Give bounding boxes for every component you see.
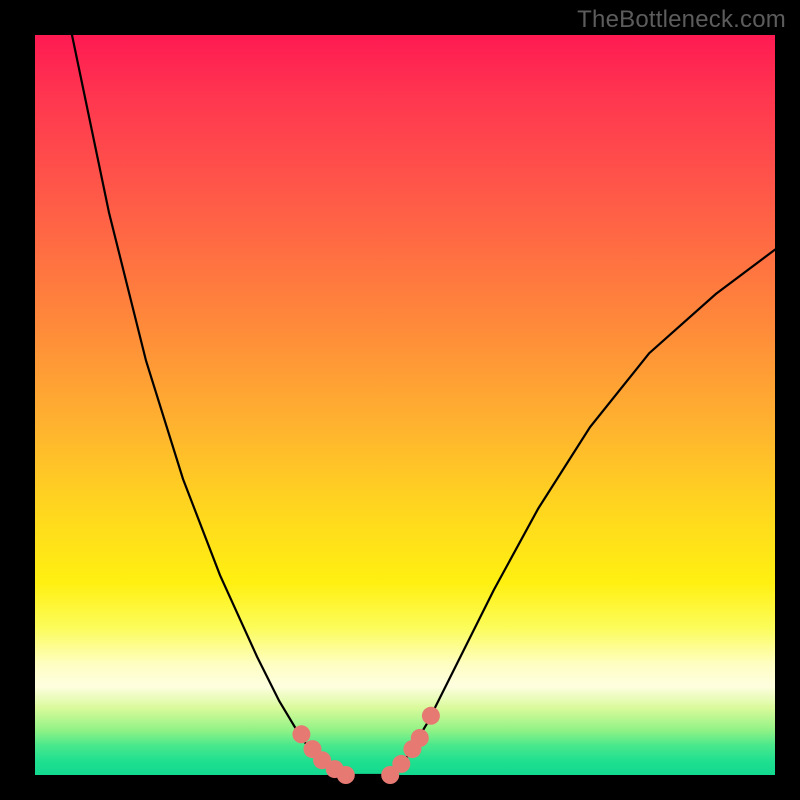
marker-layer [292, 707, 440, 784]
curve-layer [35, 35, 775, 775]
marker-dot [337, 766, 355, 784]
left-curve [72, 35, 346, 775]
watermark-text: TheBottleneck.com [577, 6, 786, 34]
marker-dot [422, 707, 440, 725]
marker-dot [392, 755, 410, 773]
plot-area [35, 35, 775, 775]
marker-dot [411, 729, 429, 747]
right-curve-path [390, 250, 775, 775]
marker-dot [292, 725, 310, 743]
left-curve-path [72, 35, 346, 775]
chart-frame: TheBottleneck.com [0, 0, 800, 800]
right-curve [390, 250, 775, 775]
